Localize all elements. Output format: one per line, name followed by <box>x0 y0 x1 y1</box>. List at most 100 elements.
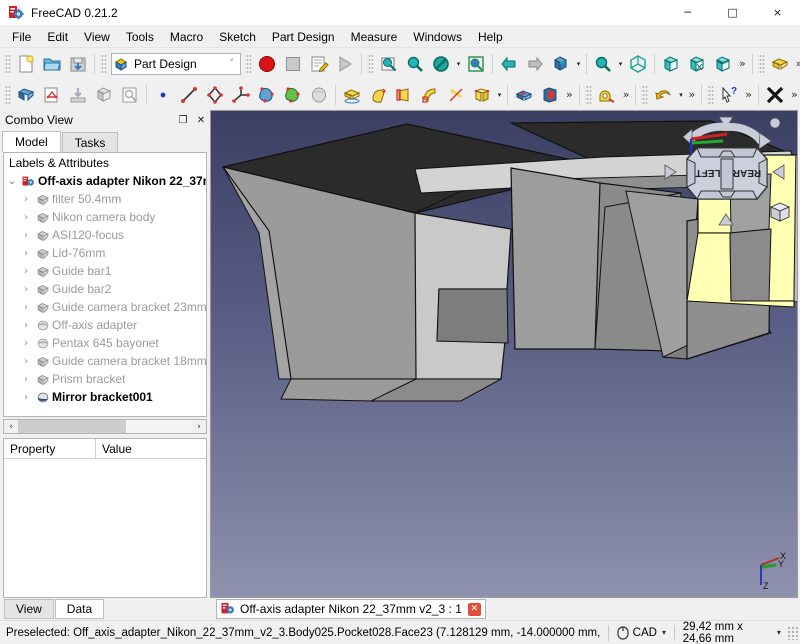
std-view-zoom-icon[interactable] <box>590 51 616 77</box>
toolbar-grip[interactable] <box>641 83 649 106</box>
macro-edit-icon[interactable] <box>306 51 332 77</box>
tree-item[interactable]: › Guide camera bracket 23mm <box>4 298 206 316</box>
chevron-right-icon[interactable]: › <box>18 266 34 277</box>
create-line-icon[interactable] <box>176 82 202 108</box>
validate-sketch-icon[interactable] <box>91 82 117 108</box>
menu-part-design[interactable]: Part Design <box>264 27 343 47</box>
cube-view-1-icon[interactable] <box>658 51 684 77</box>
menu-help[interactable]: Help <box>470 27 511 47</box>
chevron-right-icon[interactable]: › <box>18 302 34 313</box>
whats-this-icon[interactable]: ? <box>716 82 742 108</box>
tree-item[interactable]: › Mirror bracket001 <box>4 388 206 406</box>
revolution-icon[interactable] <box>365 82 391 108</box>
property-editor-body[interactable] <box>4 459 206 597</box>
dimension-indicator[interactable]: 29,42 mm x 24,66 mm ▾ <box>681 621 783 644</box>
tree-item[interactable]: › Guide bar1 <box>4 262 206 280</box>
previous-view-icon[interactable] <box>496 51 522 77</box>
tree-item[interactable]: › Pentax 645 bayonet <box>4 334 206 352</box>
chevron-right-icon[interactable]: › <box>18 374 34 385</box>
navigation-cube[interactable]: LEFT REAR <box>661 115 791 230</box>
part-primitives-icon[interactable] <box>767 51 793 77</box>
shape-binder-icon[interactable] <box>254 82 280 108</box>
chevron-right-icon[interactable]: › <box>18 230 34 241</box>
document-tab[interactable]: Off-axis adapter Nikon 22_37mm v2_3 : 1 … <box>216 599 486 619</box>
chevron-right-icon[interactable]: › <box>18 320 34 331</box>
chevron-right-icon[interactable]: › <box>18 392 34 403</box>
edit-sketch-icon[interactable] <box>117 82 143 108</box>
scrollbar-track[interactable] <box>18 420 192 433</box>
toolbar-grip[interactable] <box>245 52 252 75</box>
tab-model[interactable]: Model <box>2 131 61 152</box>
additive-pipe-icon[interactable] <box>417 82 443 108</box>
additive-helix-icon[interactable] <box>443 82 469 108</box>
pad-icon[interactable] <box>339 82 365 108</box>
macro-record-icon[interactable] <box>254 51 280 77</box>
undo-dropdown-icon[interactable]: ▾ <box>676 82 685 108</box>
cube-view-2-icon[interactable] <box>684 51 710 77</box>
zoom-box-icon[interactable] <box>402 51 428 77</box>
tree-item[interactable]: › Guide camera bracket 18mm <box>4 352 206 370</box>
tree-item[interactable]: › Nikon camera body <box>4 208 206 226</box>
tree-item[interactable]: ⌄ Off-axis adapter Nikon 22_37mm <box>4 172 206 190</box>
additive-dropdown-icon[interactable]: ▾ <box>495 82 504 108</box>
menu-view[interactable]: View <box>76 27 118 47</box>
macro-stop-icon[interactable] <box>280 51 306 77</box>
menu-measure[interactable]: Measure <box>343 27 406 47</box>
axonometric-view-icon[interactable] <box>548 51 574 77</box>
create-sketch-icon[interactable] <box>39 82 65 108</box>
toolbar-grip[interactable] <box>100 52 107 75</box>
close-panel-icon[interactable]: ✕ <box>192 111 210 129</box>
chevron-right-icon[interactable]: › <box>18 212 34 223</box>
toolbar-grip[interactable] <box>707 83 715 106</box>
axonometric-dropdown-icon[interactable]: ▾ <box>574 51 583 77</box>
create-polyline-icon[interactable] <box>202 82 228 108</box>
create-datum-icon[interactable] <box>228 82 254 108</box>
menu-tools[interactable]: Tools <box>118 27 162 47</box>
clone-icon[interactable] <box>306 82 332 108</box>
toolbar-overflow-icon[interactable]: » <box>793 57 800 70</box>
toolbar-overflow-icon[interactable]: » <box>685 88 698 101</box>
tab-tasks[interactable]: Tasks <box>61 132 119 152</box>
toolbar-overflow-icon[interactable]: » <box>563 88 576 101</box>
chevron-down-icon[interactable]: ˇ <box>226 59 239 69</box>
additive-primitive-icon[interactable] <box>469 82 495 108</box>
fit-all-icon[interactable] <box>376 51 402 77</box>
menu-edit[interactable]: Edit <box>39 27 76 47</box>
scroll-left-icon[interactable]: ‹ <box>4 422 18 432</box>
cube-view-3-icon[interactable] <box>710 51 736 77</box>
additive-loft-icon[interactable] <box>391 82 417 108</box>
chevron-right-icon[interactable]: › <box>18 248 34 259</box>
toolbar-grip[interactable] <box>4 83 11 106</box>
chevron-down-icon[interactable]: ⌄ <box>4 176 20 187</box>
chevron-right-icon[interactable]: › <box>18 356 34 367</box>
model-tree[interactable]: ⌄ Off-axis adapter Nikon 22_37mm › filter 5… <box>4 172 206 416</box>
close-button[interactable]: × <box>755 0 800 26</box>
new-document-icon[interactable] <box>13 51 39 77</box>
menu-file[interactable]: File <box>4 27 39 47</box>
scrollbar-thumb[interactable] <box>18 420 126 433</box>
navigation-style-indicator[interactable]: CAD ▾ <box>615 625 668 640</box>
measure-icon[interactable] <box>594 82 620 108</box>
chevron-right-icon[interactable]: › <box>18 284 34 295</box>
sub-shape-binder-icon[interactable] <box>280 82 306 108</box>
tree-item[interactable]: › Off-axis adapter <box>4 316 206 334</box>
front-view-icon[interactable] <box>625 51 651 77</box>
resize-grip[interactable] <box>786 625 798 640</box>
menu-sketch[interactable]: Sketch <box>211 27 264 47</box>
draw-style-dropdown-icon[interactable]: ▾ <box>454 51 463 77</box>
toolbar-overflow-icon[interactable]: » <box>788 88 800 101</box>
tab-view[interactable]: View <box>4 599 54 619</box>
tab-data[interactable]: Data <box>54 599 105 619</box>
menu-windows[interactable]: Windows <box>405 27 470 47</box>
tree-item[interactable]: › Guide bar2 <box>4 280 206 298</box>
attach-sketch-icon[interactable] <box>65 82 91 108</box>
document-tab-close-icon[interactable]: ✕ <box>467 602 481 616</box>
tree-item[interactable]: › Lid-76mm <box>4 244 206 262</box>
hole-icon[interactable] <box>537 82 563 108</box>
open-document-icon[interactable] <box>39 51 65 77</box>
maximize-button[interactable]: □ <box>710 0 755 26</box>
tree-horizontal-scrollbar[interactable]: ‹ › <box>3 419 207 434</box>
isometric-view-icon[interactable] <box>463 51 489 77</box>
minimize-button[interactable]: ─ <box>665 0 710 26</box>
toolbar-grip[interactable] <box>757 52 765 75</box>
